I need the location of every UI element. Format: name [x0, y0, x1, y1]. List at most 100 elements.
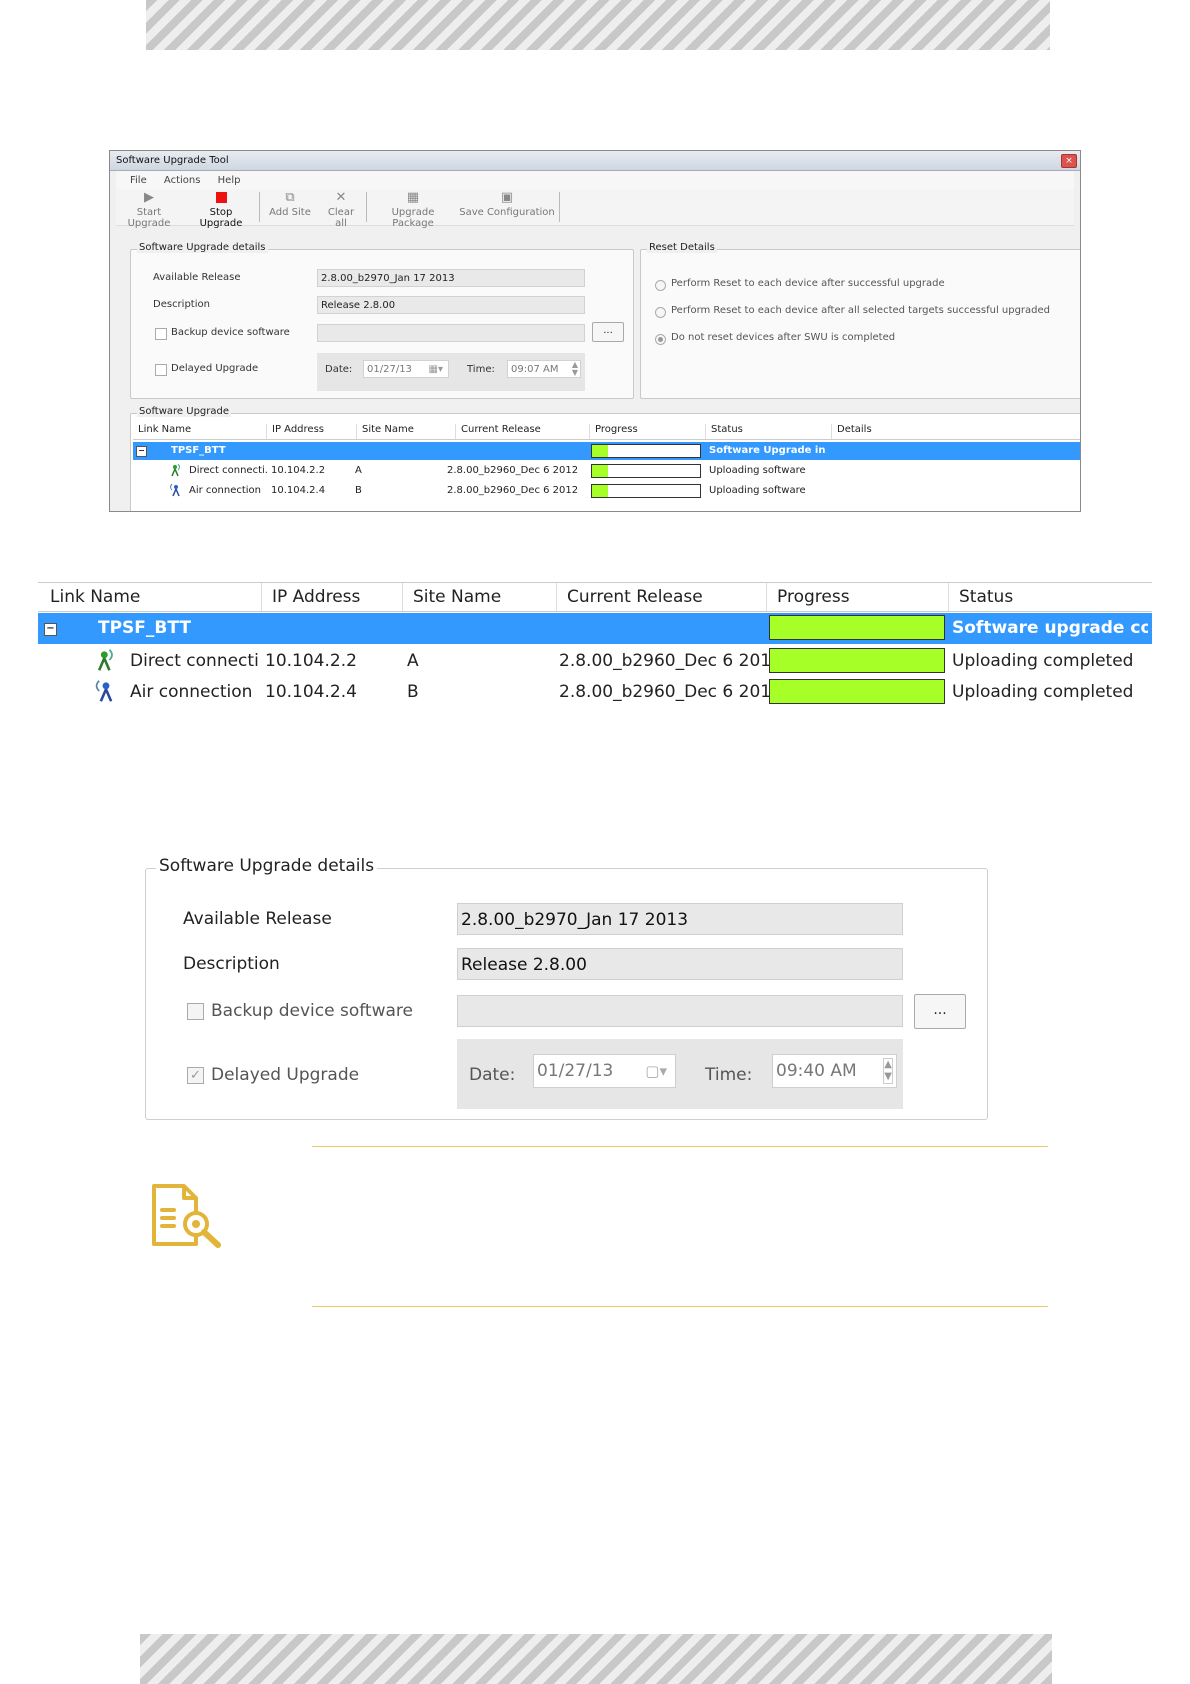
add-site-icon: ⧉: [285, 190, 295, 205]
grid-header: Link Name IP Address Site Name Current R…: [38, 582, 1152, 612]
available-release-field[interactable]: 2.8.00_b2970_Jan 17 2013: [317, 269, 585, 287]
col-progress[interactable]: Progress: [767, 583, 949, 611]
toolbar: ▶ Start Upgrade Stop Upgrade ⧉ Add Site …: [116, 189, 1074, 230]
grid-legend: Software Upgrade: [137, 406, 232, 417]
start-upgrade-button[interactable]: ▶ Start Upgrade: [116, 190, 182, 230]
software-upgrade-details-group: Software Upgrade details Available Relea…: [130, 242, 634, 399]
progress-fill: [770, 680, 944, 703]
browse-button[interactable]: ...: [592, 322, 624, 342]
time-field[interactable]: 09:07 AM ▲ ▼: [507, 360, 581, 378]
row-ip: 10.104.2.4: [265, 682, 357, 702]
delayed-upgrade-checkbox[interactable]: ✓: [187, 1067, 204, 1084]
window-title: Software Upgrade Tool: [116, 155, 229, 166]
collapse-toggle[interactable]: −: [136, 446, 147, 457]
table-row[interactable]: Air connection 10.104.2.4 B 2.8.00_b2960…: [38, 677, 1152, 706]
backup-path-field[interactable]: [317, 324, 585, 342]
reset-option-radio-1[interactable]: [655, 307, 666, 318]
row-release: 2.8.00_b2960_Dec 6 2012: [447, 485, 579, 496]
col-status[interactable]: Status: [949, 583, 1152, 611]
date-label: Date:: [469, 1065, 516, 1085]
col-ip-address[interactable]: IP Address: [262, 583, 403, 611]
software-upgrade-grid-group: Software Upgrade Link Name IP Address Si…: [130, 406, 1080, 511]
collapse-toggle[interactable]: −: [44, 623, 57, 636]
time-field[interactable]: 09:40 AM ▲ ▼: [772, 1054, 897, 1088]
date-field[interactable]: 01/27/13 ▢▾: [533, 1054, 676, 1088]
backup-label: Backup device software: [211, 1001, 413, 1021]
calendar-icon[interactable]: ▢▾: [645, 1055, 667, 1087]
antenna-icon: [97, 649, 113, 671]
reset-option-radio-0[interactable]: [655, 280, 666, 291]
reset-option-0: Perform Reset to each device after succe…: [671, 278, 945, 289]
grid-group-row[interactable]: − TPSF_BTT Software upgrade co...: [38, 613, 1152, 644]
close-icon[interactable]: ×: [1061, 154, 1077, 168]
row-link-name: Direct connecti...: [130, 651, 258, 671]
date-field[interactable]: 01/27/13 ▦▾: [363, 360, 449, 378]
reset-option-1: Perform Reset to each device after all s…: [671, 305, 1051, 316]
description-label: Description: [153, 299, 210, 310]
description-field[interactable]: Release 2.8.00: [457, 948, 903, 980]
clear-all-button[interactable]: ✕ Clear all: [321, 190, 361, 230]
col-site-name[interactable]: Site Name: [403, 583, 557, 611]
menu-file[interactable]: File: [130, 175, 147, 186]
delayed-upgrade-checkbox[interactable]: [155, 364, 167, 376]
row-progress-bar: [769, 648, 945, 673]
group-status: Software upgrade co...: [952, 618, 1148, 638]
play-icon: ▶: [144, 190, 154, 205]
software-upgrade-window: Software Upgrade Tool × File Actions Hel…: [109, 150, 1081, 512]
group-status: Software Upgrade in ...: [709, 445, 829, 456]
package-icon: ▦: [406, 190, 420, 205]
menu-help[interactable]: Help: [218, 175, 241, 186]
progress-fill: [770, 616, 944, 639]
available-release-field[interactable]: 2.8.00_b2970_Jan 17 2013: [457, 903, 903, 935]
row-status: Uploading software: [709, 485, 806, 496]
row-release: 2.8.00_b2960_Dec 6 2012: [559, 651, 782, 671]
col-link-name[interactable]: Link Name: [133, 424, 267, 439]
clear-icon: ✕: [335, 190, 347, 205]
save-configuration-button[interactable]: ▣ Save Configuration: [459, 190, 555, 219]
progress-fill: [770, 649, 944, 672]
col-details[interactable]: Details: [832, 424, 1080, 439]
col-site-name[interactable]: Site Name: [357, 424, 456, 439]
toolbar-divider: [559, 192, 560, 222]
description-field[interactable]: Release 2.8.00: [317, 296, 585, 314]
grid-group-row[interactable]: − TPSF_BTT Software Upgrade in ...: [133, 442, 1080, 460]
software-upgrade-details-zoom: Software Upgrade details Available Relea…: [145, 856, 988, 1120]
details-legend: Software Upgrade details: [137, 242, 268, 253]
row-ip: 10.104.2.2: [271, 465, 326, 476]
calendar-icon[interactable]: ▦▾: [429, 361, 443, 379]
upgrade-grid-zoom: Link Name IP Address Site Name Current R…: [38, 582, 1152, 706]
add-site-button[interactable]: ⧉ Add Site: [264, 190, 316, 219]
available-release-label: Available Release: [153, 272, 241, 283]
footer-stripe: [140, 1634, 1052, 1684]
upgrade-package-button[interactable]: ▦ Upgrade Package: [370, 190, 456, 230]
row-status: Uploading completed: [952, 651, 1134, 671]
spinner-icon[interactable]: ▲ ▼: [572, 361, 578, 377]
stop-upgrade-button[interactable]: Stop Upgrade: [188, 191, 254, 229]
col-progress[interactable]: Progress: [590, 424, 706, 439]
backup-checkbox[interactable]: [155, 328, 167, 340]
table-row[interactable]: Air connection 10.104.2.4 B 2.8.00_b2960…: [133, 482, 1080, 500]
description-label: Description: [183, 954, 280, 974]
header-stripe: [146, 0, 1050, 50]
table-row[interactable]: Direct connecti... 10.104.2.2 A 2.8.00_b…: [38, 646, 1152, 676]
spinner-icon[interactable]: ▲ ▼: [883, 1058, 893, 1084]
browse-button[interactable]: ...: [914, 994, 966, 1029]
save-icon: ▣: [500, 190, 514, 205]
table-row[interactable]: Direct connecti... 10.104.2.2 A 2.8.00_b…: [133, 462, 1080, 480]
col-current-release[interactable]: Current Release: [456, 424, 590, 439]
col-status[interactable]: Status: [706, 424, 832, 439]
reset-option-radio-2[interactable]: [655, 334, 666, 345]
row-ip: 10.104.2.4: [271, 485, 326, 496]
available-release-label: Available Release: [183, 909, 332, 929]
col-link-name[interactable]: Link Name: [38, 583, 262, 611]
date-label: Date:: [325, 364, 353, 375]
delayed-upgrade-label: Delayed Upgrade: [211, 1065, 360, 1085]
group-progress-bar: [769, 615, 945, 640]
document-search-icon: [152, 1184, 221, 1248]
col-current-release[interactable]: Current Release: [557, 583, 767, 611]
col-ip-address[interactable]: IP Address: [267, 424, 357, 439]
backup-path-field[interactable]: [457, 995, 903, 1027]
row-site: A: [355, 465, 362, 476]
menu-actions[interactable]: Actions: [164, 175, 201, 186]
backup-checkbox[interactable]: [187, 1003, 204, 1020]
